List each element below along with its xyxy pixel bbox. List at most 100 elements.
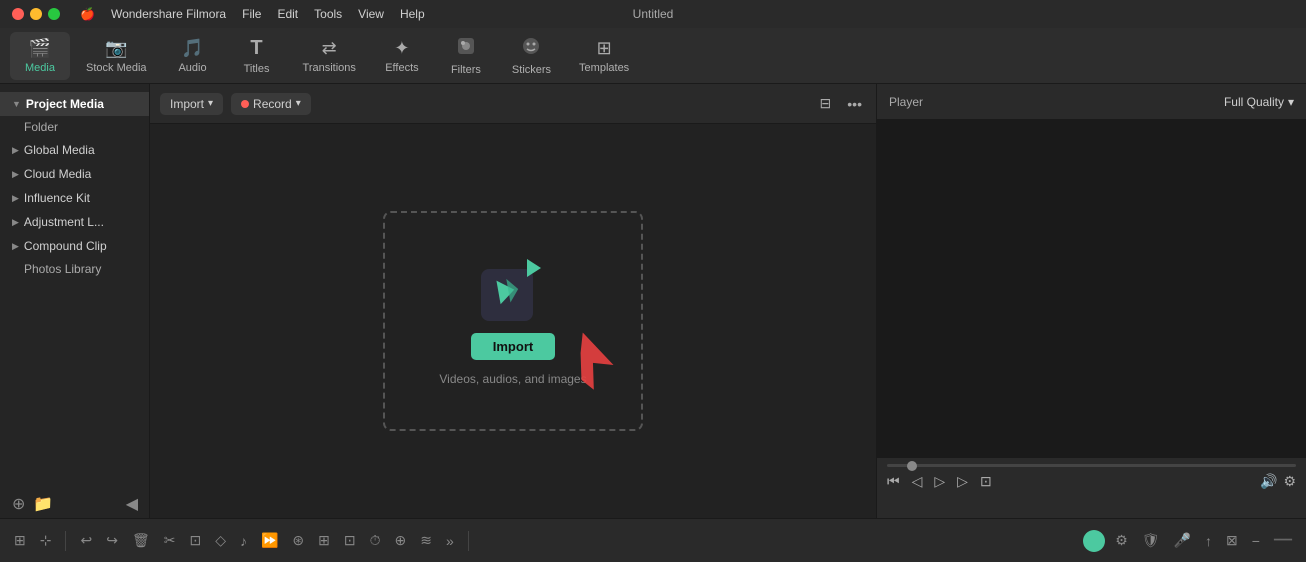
import-chevron-icon: ▾ bbox=[208, 98, 213, 109]
transitions-icon: ⇄ bbox=[322, 38, 337, 59]
bottom-connect-icon[interactable]: ⊕ bbox=[391, 529, 411, 552]
import-button[interactable]: Import ▾ bbox=[160, 93, 223, 115]
bottom-cut-icon[interactable]: ✂ bbox=[160, 529, 180, 552]
drop-zone[interactable]: Import Videos, audios, and images bbox=[383, 211, 643, 431]
sidebar-sub-folder[interactable]: Folder bbox=[0, 116, 149, 138]
bottom-timer-icon[interactable]: ⏱ bbox=[366, 529, 385, 552]
minimize-button[interactable] bbox=[30, 8, 42, 20]
toolbar-effects[interactable]: ✦ Effects bbox=[372, 32, 432, 80]
adjustment-arrow: ▶ bbox=[12, 217, 19, 228]
apple-menu[interactable]: 🍎 bbox=[80, 7, 95, 21]
sidebar-item-global-media[interactable]: ▶ Global Media bbox=[0, 138, 149, 162]
bottom-mic-icon[interactable]: 🎤 bbox=[1170, 529, 1195, 552]
toolbar-titles[interactable]: T Titles bbox=[227, 31, 287, 81]
progress-thumb[interactable] bbox=[907, 461, 917, 471]
toolbar-templates[interactable]: ⊞ Templates bbox=[567, 32, 641, 80]
templates-icon: ⊞ bbox=[597, 38, 612, 59]
bottom-grid-icon[interactable]: ⊞ bbox=[10, 529, 30, 552]
bottom-freeze-icon[interactable]: ⊛ bbox=[288, 529, 308, 552]
bottom-more-icon[interactable]: » bbox=[442, 530, 458, 552]
collapse-sidebar-icon[interactable]: ◀ bbox=[126, 494, 138, 514]
bottom-minus-icon[interactable]: − bbox=[1248, 530, 1264, 552]
sidebar-item-photos-library[interactable]: Photos Library bbox=[0, 258, 149, 280]
media-icon: 🎬 bbox=[29, 38, 51, 59]
sidebar-item-cloud-media[interactable]: ▶ Cloud Media bbox=[0, 162, 149, 186]
maximize-button[interactable] bbox=[48, 8, 60, 20]
play-button[interactable]: ▷ bbox=[934, 473, 945, 490]
bottom-crop-icon[interactable]: ⊡ bbox=[185, 529, 205, 552]
more-options-icon[interactable]: ••• bbox=[843, 94, 866, 114]
audio-icon: 🎵 bbox=[181, 38, 203, 59]
bottom-separator-1 bbox=[65, 531, 66, 551]
bottom-transform-icon[interactable]: ⊞ bbox=[314, 529, 334, 552]
traffic-lights bbox=[12, 8, 60, 20]
content-toolbar: Import ▾ Record ▾ ⊟ ••• bbox=[150, 84, 876, 124]
toolbar-stock-media[interactable]: 📷 Stock Media bbox=[74, 32, 159, 80]
fullscreen-button[interactable]: ⊡ bbox=[980, 473, 992, 490]
bottom-right-controls: ⚙ 🛡 🎤 ↑ ⊠ − ━━━ bbox=[1083, 529, 1296, 552]
menu-help[interactable]: Help bbox=[400, 7, 425, 21]
bottom-shape-icon[interactable]: ◇ bbox=[211, 529, 230, 552]
volume-icon[interactable]: 🔊 bbox=[1260, 473, 1277, 490]
logo-main-arrow-icon bbox=[488, 273, 526, 317]
global-media-label: Global Media bbox=[24, 143, 95, 157]
toolbar-filters[interactable]: Filters bbox=[436, 30, 496, 82]
templates-label: Templates bbox=[579, 62, 629, 74]
effects-label: Effects bbox=[385, 62, 418, 74]
import-label: Import bbox=[170, 97, 204, 111]
step-back-button[interactable]: ⏮ bbox=[887, 473, 900, 490]
effects-icon: ✦ bbox=[394, 38, 409, 59]
menu-bar: 🍎 Wondershare Filmora File Edit Tools Vi… bbox=[80, 7, 425, 21]
menu-edit[interactable]: Edit bbox=[277, 7, 298, 21]
stickers-label: Stickers bbox=[512, 64, 551, 76]
menu-file[interactable]: File bbox=[242, 7, 261, 21]
bottom-undo-icon[interactable]: ↩ bbox=[76, 529, 96, 552]
bottom-pointer-icon[interactable]: ⊹ bbox=[36, 529, 56, 552]
toolbar-transitions[interactable]: ⇄ Transitions bbox=[291, 32, 368, 80]
compound-clip-label: Compound Clip bbox=[24, 239, 107, 253]
sidebar-item-influence-kit[interactable]: ▶ Influence Kit bbox=[0, 186, 149, 210]
bottom-redo-icon[interactable]: ↪ bbox=[102, 529, 122, 552]
settings-icon[interactable]: ⚙ bbox=[1283, 473, 1296, 490]
media-label: Media bbox=[25, 62, 55, 74]
bottom-export-icon[interactable]: ↑ bbox=[1201, 530, 1216, 552]
quality-selector[interactable]: Full Quality ▾ bbox=[1224, 95, 1294, 109]
audio-label: Audio bbox=[178, 62, 206, 74]
frame-forward-button[interactable]: ▷ bbox=[957, 473, 968, 490]
record-indicator[interactable] bbox=[1083, 530, 1105, 552]
frame-back-button[interactable]: ◁ bbox=[912, 473, 923, 490]
toolbar-audio[interactable]: 🎵 Audio bbox=[163, 32, 223, 80]
playback-progress-bar[interactable] bbox=[887, 464, 1296, 467]
sidebar-item-project-media[interactable]: ▼ Project Media bbox=[0, 92, 149, 116]
bottom-bar: ⊞ ⊹ ↩ ↪ 🗑 ✂ ⊡ ◇ ♪ ⏩ ⊛ ⊞ ⊡ ⏱ ⊕ ≋ » ⚙ 🛡 🎤 … bbox=[0, 518, 1306, 562]
record-button[interactable]: Record ▾ bbox=[231, 93, 311, 115]
bottom-delete-icon[interactable]: 🗑 bbox=[128, 529, 154, 552]
filmora-logo bbox=[481, 257, 545, 321]
bottom-speed-icon[interactable]: ⏩ bbox=[257, 529, 282, 552]
filter-sort-icon[interactable]: ⊟ bbox=[816, 93, 836, 114]
bottom-stabilize-icon[interactable]: ⊡ bbox=[340, 529, 360, 552]
import-center-button[interactable]: Import bbox=[471, 333, 555, 360]
bottom-settings-icon[interactable]: ⚙ bbox=[1111, 529, 1132, 552]
bottom-shield-icon[interactable]: 🛡 bbox=[1138, 529, 1164, 552]
sidebar: ▼ Project Media Folder ▶ Global Media ▶ … bbox=[0, 84, 150, 518]
import-to-folder-icon[interactable]: 📁 bbox=[33, 494, 53, 514]
new-folder-icon[interactable]: ⊕ bbox=[12, 494, 25, 514]
bottom-share-icon[interactable]: ⊠ bbox=[1222, 529, 1242, 552]
sidebar-item-compound-clip[interactable]: ▶ Compound Clip bbox=[0, 234, 149, 258]
compound-clip-arrow: ▶ bbox=[12, 241, 19, 252]
close-button[interactable] bbox=[12, 8, 24, 20]
menu-tools[interactable]: Tools bbox=[314, 7, 342, 21]
toolbar-stickers[interactable]: Stickers bbox=[500, 30, 563, 82]
toolbar-media[interactable]: 🎬 Media bbox=[10, 32, 70, 80]
cloud-media-arrow: ▶ bbox=[12, 169, 19, 180]
preview-controls: ⏮ ◁ ▷ ▷ ⊡ 🔊 ⚙ bbox=[877, 458, 1306, 518]
bottom-audio-icon[interactable]: ♪ bbox=[236, 530, 251, 552]
preview-header: Player Full Quality ▾ bbox=[877, 84, 1306, 120]
bottom-split-icon[interactable]: ≋ bbox=[416, 529, 436, 552]
influence-kit-arrow: ▶ bbox=[12, 193, 19, 204]
cloud-media-label: Cloud Media bbox=[24, 167, 91, 181]
sidebar-item-adjustment[interactable]: ▶ Adjustment L... bbox=[0, 210, 149, 234]
menu-view[interactable]: View bbox=[358, 7, 384, 21]
control-buttons: ⏮ ◁ ▷ ▷ ⊡ 🔊 ⚙ bbox=[887, 473, 1296, 490]
